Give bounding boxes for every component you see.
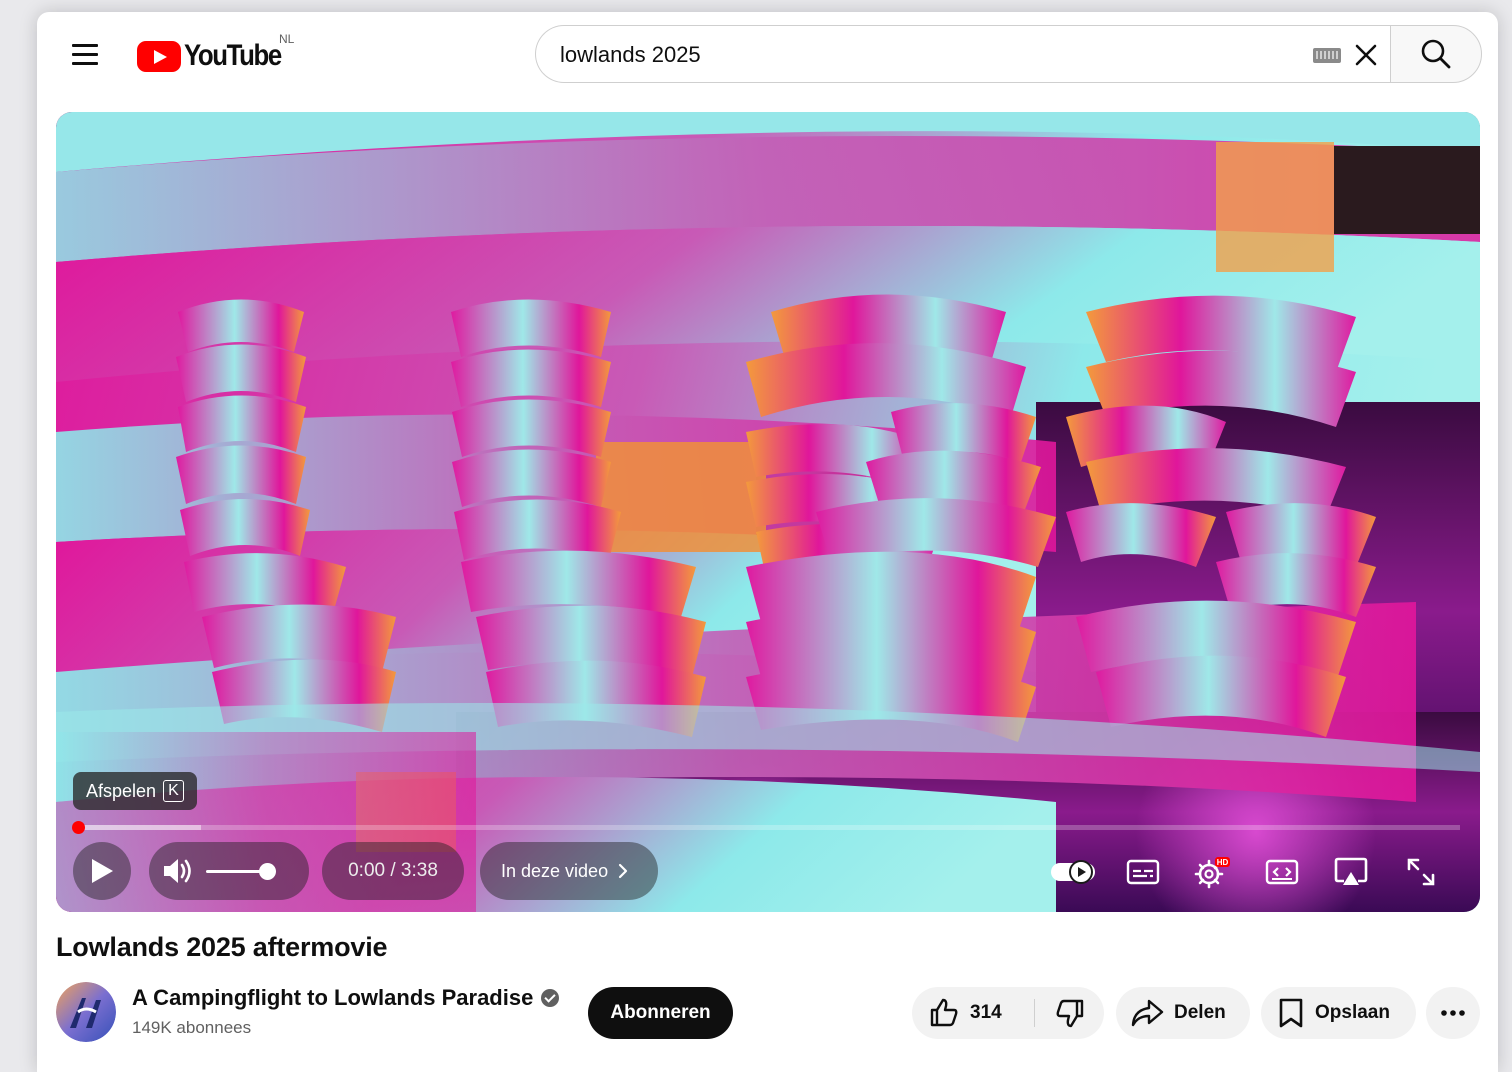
- share-label: Delen: [1174, 1002, 1226, 1023]
- search-icon: [1421, 39, 1451, 69]
- video-title: Lowlands 2025 aftermovie: [56, 932, 388, 962]
- search-query-text[interactable]: lowlands 2025: [560, 42, 701, 68]
- progress-scrubber[interactable]: [72, 821, 85, 834]
- subscriber-count: 149K abonnees: [132, 1018, 252, 1037]
- autoplay-toggle[interactable]: [1048, 852, 1098, 892]
- settings-hd-badge: HD: [1217, 858, 1229, 867]
- play-icon: [92, 859, 113, 883]
- channel-avatar[interactable]: [56, 982, 116, 1042]
- tooltip-shortcut-key: K: [163, 780, 184, 802]
- video-player[interactable]: Afspelen K 0:00 / 3:38 In deze video HD: [56, 112, 1480, 912]
- browser-window: YouTube NL lowlands 2025 Afspelen K 0:00…: [37, 12, 1498, 1072]
- play-tooltip: Afspelen K: [73, 772, 197, 810]
- channel-name: A Campingflight to Lowlands Paradise: [132, 985, 534, 1010]
- country-code: NL: [279, 32, 295, 46]
- verified-icon: [541, 989, 560, 1007]
- cast-icon: [1334, 857, 1368, 885]
- thumbs-down-icon: [1056, 999, 1083, 1028]
- miniplayer-button[interactable]: [1259, 852, 1305, 892]
- dislike-button[interactable]: [1035, 987, 1104, 1039]
- settings-button[interactable]: HD: [1188, 852, 1234, 892]
- thumbs-up-icon: [930, 998, 958, 1027]
- cast-button[interactable]: [1328, 852, 1374, 892]
- more-actions-button[interactable]: [1426, 987, 1480, 1039]
- bookmark-icon: [1279, 998, 1303, 1028]
- tooltip-label: Afspelen: [86, 780, 157, 801]
- fullscreen-icon: [1407, 858, 1435, 886]
- masthead: YouTube NL lowlands 2025: [37, 12, 1498, 96]
- settings-icon: HD: [1194, 857, 1230, 889]
- subscribe-button[interactable]: Abonneren: [588, 987, 733, 1039]
- share-button[interactable]: Delen: [1116, 987, 1250, 1039]
- search-box: lowlands 2025: [535, 25, 1482, 83]
- play-button[interactable]: [73, 842, 131, 900]
- fullscreen-button[interactable]: [1398, 852, 1444, 892]
- keyboard-icon[interactable]: [1313, 48, 1341, 63]
- volume-control: [149, 842, 309, 900]
- chapters-label: In deze video: [501, 860, 609, 881]
- channel-name-link[interactable]: A Campingflight to Lowlands Paradise: [132, 985, 560, 1011]
- volume-icon[interactable]: [161, 855, 195, 887]
- search-button[interactable]: [1390, 25, 1482, 83]
- youtube-logo[interactable]: YouTube NL: [137, 32, 297, 76]
- like-button[interactable]: 314: [912, 987, 1034, 1039]
- youtube-play-icon: [137, 40, 181, 72]
- save-label: Opslaan: [1315, 1002, 1390, 1023]
- subtitles-button[interactable]: [1120, 852, 1166, 892]
- time-display: 0:00 / 3:38: [322, 842, 464, 900]
- like-count: 314: [970, 1002, 1002, 1023]
- like-dislike-group: 314: [912, 987, 1104, 1039]
- channel-row: A Campingflight to Lowlands Paradise 149…: [56, 980, 1480, 1050]
- video-frame: [56, 112, 1480, 912]
- volume-knob[interactable]: [259, 863, 276, 880]
- clear-icon[interactable]: [1351, 40, 1381, 70]
- chevron-right-icon: [618, 863, 628, 879]
- miniplayer-icon: [1265, 859, 1299, 885]
- progress-buffered: [76, 825, 201, 830]
- subtitles-icon: [1126, 859, 1160, 885]
- search-input[interactable]: lowlands 2025: [535, 25, 1391, 83]
- share-icon: [1131, 999, 1164, 1027]
- autoplay-toggle-icon: [1051, 860, 1095, 884]
- save-button[interactable]: Opslaan: [1261, 987, 1416, 1039]
- more-horizontal-icon: [1441, 1010, 1465, 1016]
- progress-bar[interactable]: [72, 821, 1460, 834]
- logo-text: YouTube: [184, 39, 282, 72]
- chapters-button[interactable]: In deze video: [480, 842, 658, 900]
- menu-icon[interactable]: [67, 38, 103, 70]
